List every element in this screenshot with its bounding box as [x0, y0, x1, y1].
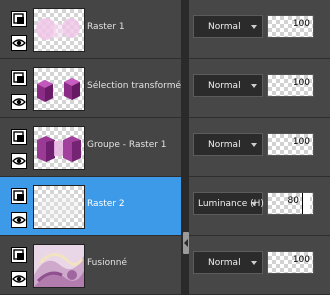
- divider: [181, 59, 189, 118]
- blend-mode-dropdown[interactable]: Normal: [193, 251, 263, 274]
- opacity-slider-notch: [302, 193, 310, 214]
- divider: [181, 0, 189, 59]
- opacity-field[interactable]: 100: [267, 133, 314, 156]
- layer-name: Raster 1: [87, 22, 125, 32]
- opacity-field[interactable]: 80: [267, 192, 314, 215]
- eye-icon[interactable]: [11, 271, 27, 287]
- blend-mode-value: Normal: [208, 258, 241, 268]
- layer-properties: Normal 100: [189, 59, 330, 118]
- blend-mode-value: Normal: [208, 81, 241, 91]
- blend-mode-dropdown[interactable]: Normal: [193, 74, 263, 97]
- layer-name: Groupe - Raster 1: [87, 140, 167, 150]
- raster-layer-icon[interactable]: [11, 11, 27, 27]
- raster-layer-icon[interactable]: [11, 188, 27, 204]
- blend-mode-dropdown[interactable]: Luminance (H): [193, 192, 264, 215]
- layer-thumbnail: [33, 8, 85, 52]
- opacity-value: 100: [292, 255, 310, 265]
- blend-mode-dropdown[interactable]: Normal: [193, 133, 263, 156]
- layer-info[interactable]: Raster 1: [0, 0, 181, 59]
- opacity-value: 100: [292, 78, 310, 88]
- chevron-left-icon: [184, 239, 188, 247]
- layer-row-raster-1[interactable]: Raster 1 Normal 100: [0, 0, 330, 59]
- layer-info[interactable]: Groupe - Raster 1: [0, 118, 181, 177]
- opacity-value: 100: [292, 19, 310, 29]
- opacity-field[interactable]: 100: [267, 15, 314, 38]
- opacity-value: 80: [287, 196, 299, 206]
- layer-row-fusionne[interactable]: Fusionné Normal 100: [0, 236, 330, 295]
- chevron-down-icon: [251, 143, 257, 147]
- layer-properties: Normal 100: [189, 236, 330, 295]
- layer-properties: Luminance (H) 80: [189, 177, 330, 236]
- layer-row-selection-transformee[interactable]: Sélection transformée Normal 100: [0, 59, 330, 118]
- panel-resize-handle[interactable]: [183, 232, 189, 254]
- chevron-down-icon: [251, 25, 257, 29]
- layer-info[interactable]: Fusionné: [0, 236, 181, 295]
- layer-name: Raster 2: [87, 199, 125, 209]
- layer-info[interactable]: Sélection transformée: [0, 59, 187, 118]
- opacity-field[interactable]: 100: [267, 74, 314, 97]
- raster-layer-icon[interactable]: [11, 70, 27, 86]
- layer-thumbnail: [33, 67, 85, 111]
- layer-properties: Normal 100: [189, 118, 330, 177]
- eye-icon[interactable]: [11, 35, 27, 51]
- eye-icon[interactable]: [11, 94, 27, 110]
- chevron-down-icon: [251, 84, 257, 88]
- blend-mode-value: Normal: [208, 22, 241, 32]
- raster-layer-icon[interactable]: [11, 129, 27, 145]
- blend-mode-value: Normal: [208, 140, 241, 150]
- layer-thumbnail: [33, 126, 85, 170]
- eye-icon[interactable]: [11, 212, 27, 228]
- layer-thumbnail: [33, 185, 85, 229]
- blend-mode-dropdown[interactable]: Normal: [193, 15, 263, 38]
- divider: [181, 177, 189, 236]
- opacity-field[interactable]: 100: [267, 251, 314, 274]
- raster-layer-icon[interactable]: [11, 247, 27, 263]
- chevron-down-icon: [251, 202, 257, 206]
- chevron-down-icon: [251, 261, 257, 265]
- layer-properties: Normal 100: [189, 0, 330, 59]
- divider: [181, 118, 189, 177]
- layer-row-groupe-raster-1[interactable]: Groupe - Raster 1 Normal 100: [0, 118, 330, 177]
- layer-name: Fusionné: [87, 258, 128, 268]
- opacity-value: 100: [292, 137, 310, 147]
- layer-thumbnail: [33, 244, 85, 288]
- layer-name: Sélection transformée: [87, 81, 187, 91]
- layer-row-raster-2[interactable]: Raster 2 Luminance (H) 80: [0, 177, 330, 236]
- eye-icon[interactable]: [11, 153, 27, 169]
- layer-info[interactable]: Raster 2: [0, 177, 181, 236]
